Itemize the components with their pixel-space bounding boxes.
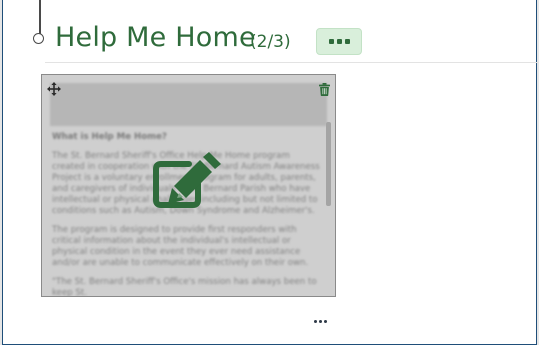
section-more-button[interactable]	[316, 28, 362, 55]
section-title: Help Me Home	[55, 22, 256, 53]
move-arrows-icon[interactable]	[47, 82, 61, 96]
content-panel: Help Me Home (2/3) What is Help Me Home?…	[2, 0, 539, 345]
tree-connector-line	[39, 0, 41, 34]
more-horizontal-icon	[313, 319, 317, 323]
section-divider	[45, 62, 539, 63]
pencil-square-icon[interactable]	[153, 152, 226, 210]
content-block-card[interactable]: What is Help Me Home? The St. Bernard Sh…	[41, 74, 336, 297]
trash-icon[interactable]	[319, 83, 330, 96]
add-block-more-button[interactable]	[308, 316, 332, 326]
more-horizontal-icon	[328, 39, 334, 44]
section-count: (2/3)	[250, 32, 291, 52]
tree-node-circle-icon	[33, 33, 44, 44]
